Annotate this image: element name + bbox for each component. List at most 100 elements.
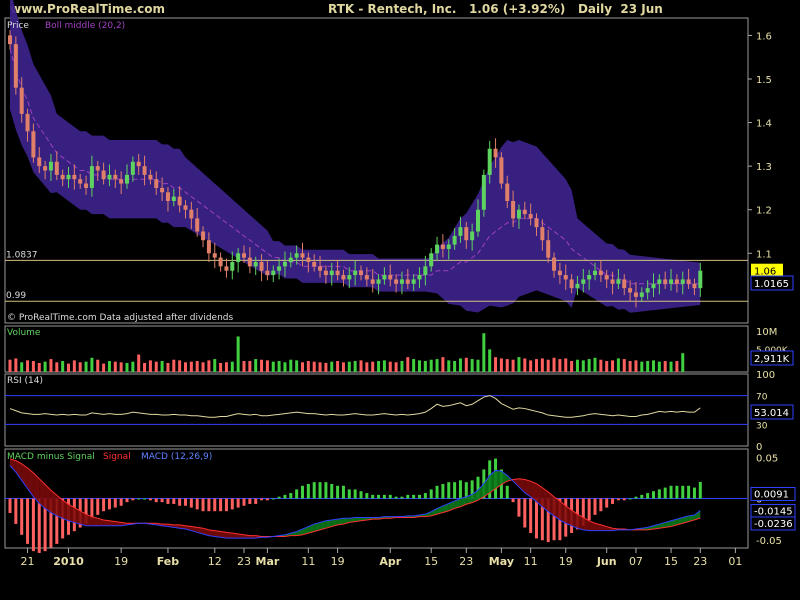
candle	[136, 161, 141, 167]
candle	[405, 279, 410, 284]
volume-bar	[160, 361, 164, 372]
volume-bar	[394, 362, 398, 372]
candle	[464, 227, 469, 241]
volume-bar	[494, 357, 498, 372]
volume-bar	[277, 361, 281, 372]
macd-histogram-bar	[137, 498, 141, 500]
candle	[499, 157, 504, 184]
macd-histogram-bar	[283, 494, 287, 499]
macd-histogram-bar	[388, 494, 392, 499]
candle	[686, 279, 691, 284]
candle	[587, 275, 592, 280]
y-tick-label: 1.1	[756, 249, 772, 260]
candle	[581, 279, 586, 284]
candle	[171, 196, 176, 201]
macd-value-label: 0.0091	[754, 490, 789, 501]
macd-histogram-bar	[418, 494, 421, 499]
volume-bar	[388, 361, 392, 372]
candle	[218, 257, 223, 267]
reference-line-label: 1.0837	[6, 250, 38, 260]
macd-histogram-bar	[242, 498, 246, 506]
rsi-tick-label: 30	[756, 421, 768, 431]
macd-histogram-bar	[400, 496, 404, 499]
candle	[253, 262, 258, 267]
x-tick-label: 23	[459, 555, 473, 568]
volume-bar	[107, 361, 111, 372]
volume-bar	[265, 360, 269, 372]
candle	[440, 244, 445, 249]
candle	[610, 279, 615, 284]
candle	[476, 209, 480, 232]
volume-bar	[230, 361, 234, 372]
macd-value-label: -0.0145	[754, 506, 793, 517]
volume-bar	[166, 362, 170, 372]
macd-histogram-bar	[107, 498, 111, 510]
volume-bar	[453, 361, 457, 372]
macd-histogram-bar	[453, 482, 457, 499]
candle	[148, 174, 153, 180]
candle	[534, 218, 539, 228]
macd-histogram-bar	[230, 498, 234, 510]
macd-hist-label: MACD minus Signal	[7, 452, 95, 462]
volume-bar	[172, 359, 176, 372]
macd-histogram-bar	[330, 483, 334, 499]
macd-histogram-bar	[353, 489, 357, 499]
candle	[353, 270, 358, 276]
volume-bar	[564, 358, 568, 372]
macd-histogram-bar	[102, 498, 106, 512]
volume-bar	[646, 361, 650, 372]
volume-bar	[587, 359, 591, 372]
macd-tick-label: -0.05	[756, 536, 782, 547]
volume-bar	[213, 359, 217, 372]
volume-bar	[575, 359, 579, 372]
volume-bar	[119, 362, 123, 372]
volume-bar	[652, 360, 655, 372]
candle	[142, 166, 147, 175]
macd-histogram-bar	[26, 498, 30, 544]
candle	[125, 174, 129, 184]
macd-histogram-bar	[359, 491, 363, 499]
candle	[195, 218, 200, 232]
volume-bar	[318, 362, 322, 372]
macd-histogram-bar	[14, 498, 18, 524]
volume-bar	[37, 362, 41, 372]
x-tick-label: 19	[559, 555, 573, 568]
macd-histogram-bar	[20, 498, 24, 535]
macd-histogram-bar	[154, 498, 158, 503]
macd-histogram-bar	[119, 498, 123, 506]
macd-histogram-bar	[271, 498, 275, 500]
macd-histogram-bar	[143, 498, 147, 500]
volume-bar	[429, 359, 433, 372]
volume-tick-label: 10M	[756, 327, 777, 338]
macd-label: MACD (12,26,9)	[141, 452, 212, 462]
x-tick-label: 23	[237, 555, 251, 568]
volume-bar	[669, 361, 673, 372]
x-tick-label: 07	[629, 555, 643, 568]
candle	[323, 270, 328, 276]
volume-bar	[90, 357, 94, 372]
volume-bar	[201, 362, 205, 372]
volume-bar	[96, 359, 100, 372]
candle	[493, 148, 498, 158]
volume-bar	[260, 359, 264, 372]
volume-bar	[558, 359, 562, 372]
candle	[335, 270, 340, 276]
macd-histogram-bar	[394, 496, 398, 499]
macd-histogram-bar	[535, 498, 538, 539]
candle	[633, 292, 638, 297]
candle	[505, 183, 510, 201]
reference-line-label: 0.99	[6, 291, 26, 301]
candle	[271, 270, 276, 276]
rsi-tick-label: 100	[756, 370, 775, 381]
candle	[300, 253, 305, 258]
volume-bar	[464, 357, 468, 372]
chart-svg[interactable]: 1.0837 0.99 Price Boll middle (20,2) © ProRe…	[0, 0, 800, 600]
macd-histogram-bar	[605, 498, 609, 508]
volume-bar	[353, 361, 357, 372]
candle	[622, 279, 627, 289]
macd-histogram-bar	[301, 485, 304, 499]
bollinger-label: Boll middle (20,2)	[45, 21, 125, 31]
candle	[230, 262, 235, 271]
volume-bar	[529, 360, 533, 372]
macd-histogram-bar	[31, 498, 35, 552]
